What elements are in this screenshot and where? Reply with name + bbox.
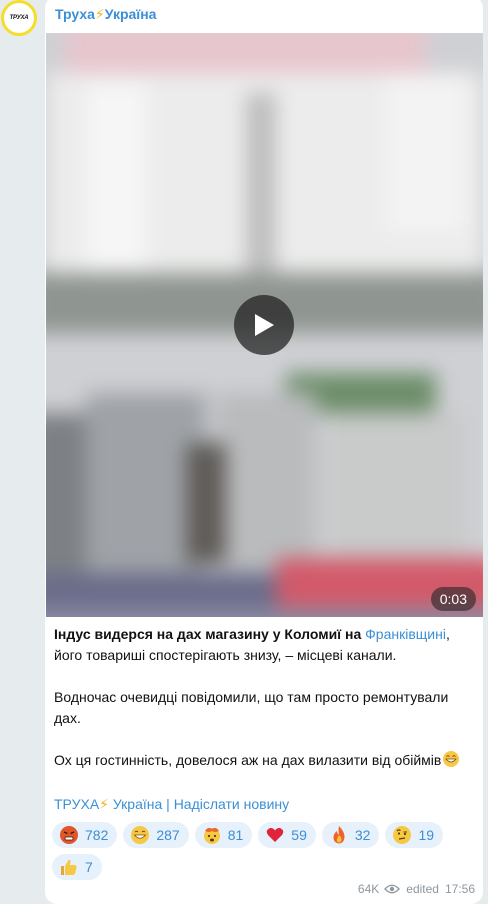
reaction-count: 59	[291, 827, 307, 843]
send-news-link[interactable]: Надіслати новину	[174, 796, 289, 812]
signature: ТРУХА⚡ Україна | Надіслати новину	[54, 796, 289, 813]
reaction-angry[interactable]: 782	[52, 822, 118, 848]
message-meta: 64K edited 17:56	[358, 882, 475, 896]
reaction-count: 287	[156, 827, 180, 843]
reaction-fire[interactable]: 32	[321, 822, 380, 848]
reaction-count: 32	[354, 827, 371, 843]
reaction-count: 19	[418, 827, 435, 843]
reaction-count: 7	[85, 859, 93, 875]
reaction-thumbs-up[interactable]: 7	[52, 854, 102, 880]
grinning-face-icon	[443, 751, 460, 767]
edited-label: edited	[406, 882, 439, 896]
post-paragraph-1: Індус видерся на дах магазину у Коломиї …	[54, 624, 476, 666]
channel-name-text: Труха	[55, 6, 95, 22]
post-text: Індус видерся на дах магазину у Коломиї …	[54, 624, 476, 792]
play-icon	[255, 314, 274, 336]
lightning-icon: ⚡	[99, 796, 109, 812]
video-duration: 0:03	[430, 587, 476, 611]
play-button[interactable]	[234, 295, 294, 355]
reaction-heart[interactable]: 59	[258, 822, 316, 848]
post-paragraph-3: Ох ця гостинність, довелося аж на дах ви…	[54, 750, 476, 771]
angry-face-icon	[60, 826, 78, 844]
post-headline-text: Індус видерся на дах магазину у Коломиї …	[54, 626, 366, 642]
fire-icon	[333, 826, 345, 844]
grinning-face-icon	[131, 826, 150, 844]
reaction-exploding-head[interactable]: 81	[194, 822, 253, 848]
region-link[interactable]: Франківщині	[365, 626, 446, 642]
post-paragraph-2: Водночас очевидці повідомили, що там про…	[54, 689, 449, 726]
reaction-count: 81	[227, 827, 244, 843]
red-heart-icon	[267, 828, 284, 842]
avatar-logo-text: ТРУХА	[9, 15, 29, 21]
reaction-grinning[interactable]: 287	[123, 822, 189, 848]
reaction-count: 782	[85, 827, 109, 843]
exploding-head-icon	[203, 827, 220, 844]
lightning-icon: ⚡	[94, 6, 105, 22]
eye-icon	[384, 884, 401, 894]
reactions-bar: 782 287 81 59 32 19 7	[52, 822, 452, 880]
signature-channel[interactable]: ТРУХА	[54, 796, 99, 812]
thumbs-up-icon	[61, 859, 77, 875]
channel-name[interactable]: Труха⚡Україна	[55, 6, 156, 23]
post-paragraph-3-text: Ох ця гостинність, довелося аж на дах ви…	[54, 752, 442, 768]
channel-avatar[interactable]: ТРУХА	[1, 0, 37, 36]
video-player[interactable]: 0:03	[46, 33, 483, 617]
post-headline: Індус видерся на дах магазину у Коломиї …	[54, 626, 365, 642]
reaction-raised-eyebrow[interactable]: 19	[385, 822, 444, 848]
message-bubble: Труха⚡Україна 0:03 Індус видерся на дах …	[45, 0, 483, 904]
channel-name-suffix: Україна	[104, 6, 157, 22]
view-count: 64K	[357, 882, 380, 896]
message-time: 17:56	[444, 882, 475, 896]
signature-separator: |	[162, 796, 174, 812]
raised-eyebrow-face-icon	[393, 826, 412, 844]
signature-channel-suffix[interactable]: Україна	[109, 796, 162, 812]
